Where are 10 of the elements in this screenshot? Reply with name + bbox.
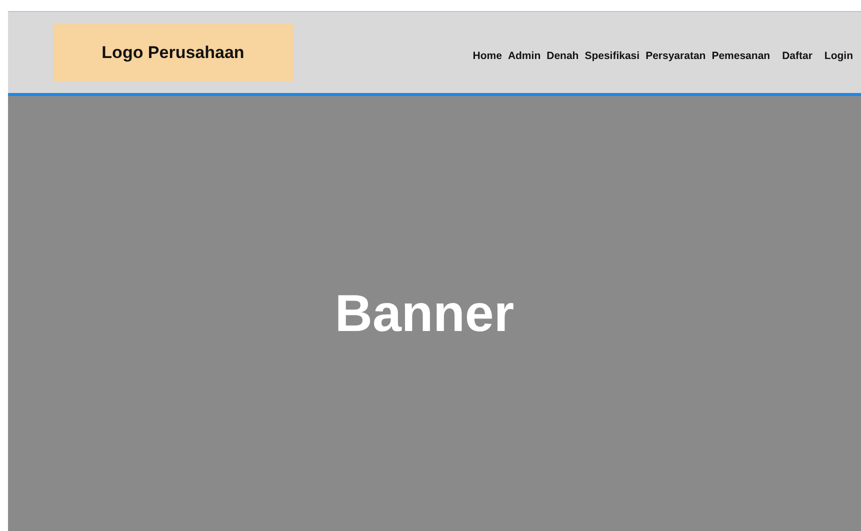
nav-link[interactable]: Spesifikasi xyxy=(584,50,640,62)
logo: Logo Perusahaan xyxy=(53,24,293,81)
nav-link[interactable]: Login xyxy=(824,50,853,62)
nav-link[interactable]: Denah xyxy=(546,50,579,62)
nav-link[interactable]: Home xyxy=(472,50,502,62)
nav-link[interactable]: Admin xyxy=(508,50,541,62)
nav-link[interactable]: Persyaratan xyxy=(646,50,706,62)
nav-link[interactable]: Daftar xyxy=(782,50,812,62)
nav-link[interactable]: Pemesanan xyxy=(712,50,770,62)
banner-title: Banner xyxy=(334,284,514,344)
